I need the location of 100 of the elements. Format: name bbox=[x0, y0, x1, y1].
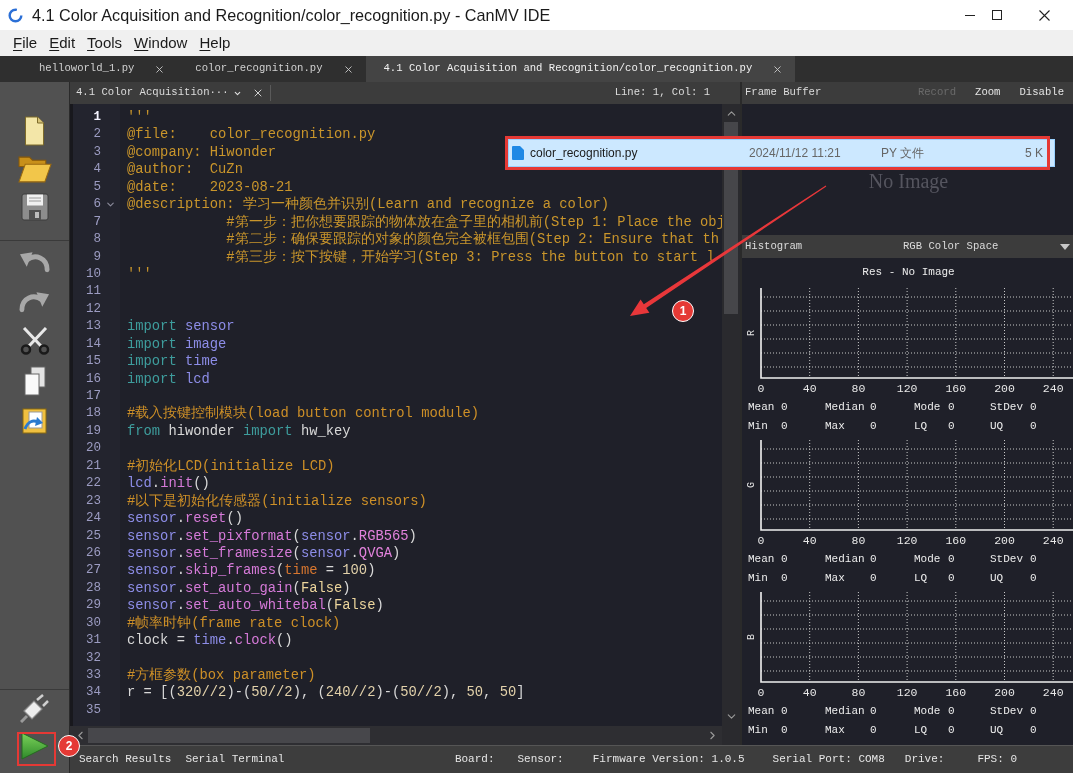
line-number: 14 bbox=[86, 335, 101, 353]
menu-item[interactable]: Help bbox=[193, 31, 237, 55]
axis-label: R bbox=[746, 330, 757, 336]
stat-label: Mode bbox=[914, 400, 942, 416]
stat-value: 0 bbox=[870, 552, 877, 568]
code-line: sensor.set_pixformat(sensor.RGB565) bbox=[127, 527, 417, 545]
undo-icon[interactable] bbox=[18, 249, 51, 273]
code-line: sensor.set_auto_whitebal(False) bbox=[127, 597, 384, 615]
stat-value: 0 bbox=[1030, 571, 1037, 587]
pages-icon[interactable] bbox=[23, 366, 46, 396]
file-date: 2024/11/12 11:21 bbox=[749, 146, 841, 160]
cursor-position: Line: 1, Col: 1 bbox=[614, 85, 710, 101]
code-line: ''' bbox=[127, 109, 152, 127]
stat-label: Max bbox=[825, 723, 846, 739]
status-text: Firmware Version: 1.0.5 bbox=[592, 752, 745, 768]
stat-label: Max bbox=[825, 419, 846, 435]
axis-label: G bbox=[746, 482, 757, 488]
code-line: sensor.reset() bbox=[127, 510, 243, 528]
code-line: sensor.skip_frames(time = 100) bbox=[127, 562, 376, 580]
code-line: lcd.init() bbox=[127, 475, 210, 493]
stat-value: 0 bbox=[1030, 552, 1037, 568]
axis-tick: 200 bbox=[994, 382, 1015, 395]
line-number: 30 bbox=[86, 614, 101, 632]
line-number: 33 bbox=[86, 667, 101, 684]
line-number: 11 bbox=[86, 283, 101, 301]
line-number: 31 bbox=[86, 632, 101, 650]
axis-tick: 40 bbox=[802, 686, 817, 699]
line-number: 17 bbox=[86, 388, 101, 405]
line-number: 25 bbox=[86, 527, 101, 545]
line-number: 34 bbox=[86, 684, 101, 702]
status-text: Board: bbox=[454, 752, 495, 768]
folder-icon[interactable] bbox=[17, 155, 52, 183]
close-icon[interactable] bbox=[342, 63, 354, 75]
play-icon[interactable] bbox=[20, 732, 49, 760]
horizontal-scrollbar[interactable] bbox=[70, 726, 722, 745]
page-icon[interactable] bbox=[24, 116, 45, 146]
code-line: #载入按键控制模块(load button control module) bbox=[127, 405, 480, 423]
vertical-scrollbar[interactable] bbox=[722, 104, 740, 726]
stat-value: 0 bbox=[870, 419, 877, 435]
stat-value: 0 bbox=[948, 419, 955, 435]
code-line: #帧率时钟(frame rate clock) bbox=[127, 614, 341, 633]
stat-label: Mean bbox=[748, 400, 776, 416]
panel-action[interactable]: Zoom bbox=[975, 85, 1001, 101]
line-number: 19 bbox=[86, 422, 101, 440]
stat-label: Mean bbox=[748, 704, 776, 720]
status-text: FPS: 0 bbox=[977, 752, 1017, 768]
stat-label: StDev bbox=[990, 400, 1024, 416]
redo-icon[interactable] bbox=[18, 289, 51, 313]
stat-label: UQ bbox=[990, 571, 1005, 587]
axis-tick: 40 bbox=[802, 382, 817, 395]
stat-value: 0 bbox=[781, 723, 788, 739]
code-line: #初始化LCD(initialize LCD) bbox=[127, 457, 335, 476]
line-number: 15 bbox=[86, 353, 101, 371]
line-number: 24 bbox=[86, 510, 101, 528]
code-line: r = [(320//2)-(50//2), (240//2)-(50//2), 50, 50] bbox=[127, 684, 525, 702]
stat-label: StDev bbox=[990, 552, 1024, 568]
stat-label: Median bbox=[825, 552, 866, 568]
code-line: clock = time.clock() bbox=[127, 632, 293, 650]
menu-item[interactable]: File bbox=[7, 31, 44, 55]
panel-action[interactable]: Disable bbox=[1019, 85, 1064, 101]
axis-tick: 160 bbox=[945, 534, 967, 547]
axis-tick: 80 bbox=[851, 686, 866, 699]
axis-tick: 200 bbox=[994, 686, 1015, 699]
stat-value: 0 bbox=[781, 419, 788, 435]
scissors-icon[interactable] bbox=[19, 327, 50, 355]
stat-value: 0 bbox=[1030, 400, 1037, 416]
stat-value: 0 bbox=[948, 400, 955, 416]
line-number: 10 bbox=[86, 265, 101, 283]
scrollbar-thumb[interactable] bbox=[88, 728, 370, 743]
close-icon[interactable] bbox=[1039, 9, 1050, 21]
axis-tick: 160 bbox=[945, 686, 967, 699]
menu-item[interactable]: Window bbox=[128, 31, 194, 55]
panel-title: Frame Buffer bbox=[744, 85, 822, 101]
file-size: 5 K bbox=[1025, 145, 1043, 162]
plug-icon[interactable] bbox=[19, 693, 50, 723]
line-number: 7 bbox=[93, 213, 101, 231]
close-icon[interactable] bbox=[154, 63, 166, 75]
code-line: #以下是初始化传感器(initialize sensors) bbox=[127, 492, 427, 511]
panel-tab[interactable]: Serial Terminal bbox=[185, 751, 285, 768]
code-line: import lcd bbox=[127, 370, 210, 388]
menu-item[interactable]: Tools bbox=[81, 31, 129, 55]
maximize-icon[interactable] bbox=[992, 10, 1002, 20]
stat-label: LQ bbox=[914, 723, 929, 739]
code-line: sensor.set_framesize(sensor.QVGA) bbox=[127, 544, 401, 563]
line-number: 6 bbox=[93, 196, 101, 214]
code-line: @author: CuZn bbox=[127, 161, 243, 179]
code-line: @date: 2023-08-21 bbox=[127, 178, 293, 196]
minimize-icon[interactable] bbox=[965, 14, 975, 16]
editor-tab[interactable]: 4.1 Color Acquisition and Recognition/color_recognition.py bbox=[365, 56, 796, 82]
panel-tab[interactable]: Search Results bbox=[79, 751, 172, 768]
line-number: 1 bbox=[93, 109, 101, 126]
axis-tick: 240 bbox=[1042, 686, 1064, 699]
line-number: 35 bbox=[86, 701, 101, 719]
axis-tick: 80 bbox=[851, 382, 866, 395]
color-space-dropdown[interactable]: RGB Color Space bbox=[899, 235, 1073, 258]
code-line: import sensor bbox=[127, 318, 235, 336]
stat-label: Min bbox=[748, 723, 769, 739]
menu-item[interactable]: Edit bbox=[43, 31, 82, 55]
histogram-caption: Res - No Image bbox=[862, 264, 955, 280]
stat-label: Min bbox=[748, 571, 769, 587]
